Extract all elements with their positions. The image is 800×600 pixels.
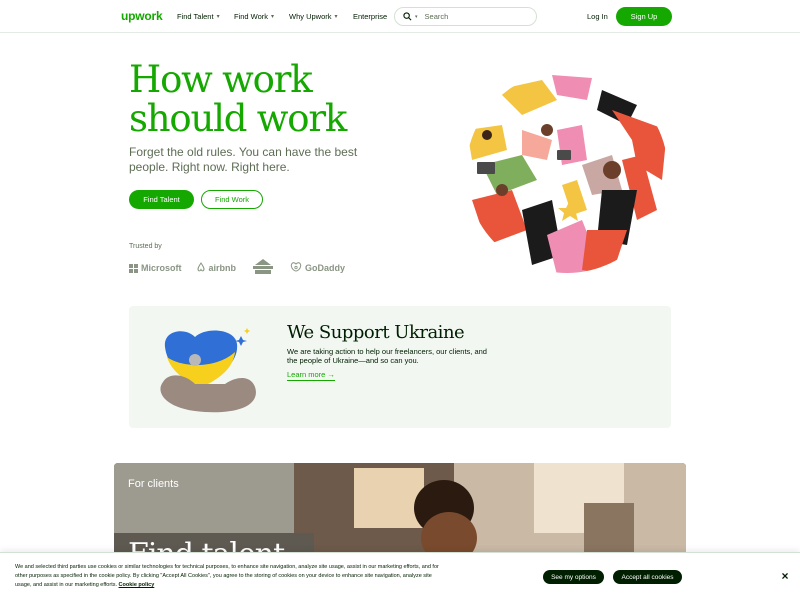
nav-find-work-label: Find Work xyxy=(234,12,269,21)
bissell-logo-icon xyxy=(250,258,276,278)
bissell-logo xyxy=(250,258,276,278)
brand-logos: Microsoft airbnb GoDaddy xyxy=(129,259,345,277)
godaddy-logo-icon xyxy=(290,262,302,274)
search-placeholder: Search xyxy=(424,12,449,21)
godaddy-logo: GoDaddy xyxy=(290,262,345,274)
ukraine-text: We are taking action to help our freelan… xyxy=(287,347,487,365)
learn-more-link[interactable]: Learn more → xyxy=(287,370,335,381)
airbnb-logo-icon xyxy=(196,262,206,274)
chevron-down-icon: ▾ xyxy=(334,14,338,20)
chevron-down-icon[interactable]: ▾ xyxy=(415,14,418,20)
microsoft-label: Microsoft xyxy=(141,263,182,273)
accept-all-cookies-button[interactable]: Accept all cookies xyxy=(613,570,682,584)
hero-illustration xyxy=(462,70,672,275)
find-work-button[interactable]: Find Work xyxy=(201,190,263,209)
ukraine-heart-illustration xyxy=(155,322,265,414)
cookie-banner: We and selected third parties use cookie… xyxy=(0,552,800,600)
ukraine-card: We Support Ukraine We are taking action … xyxy=(129,306,671,428)
chevron-down-icon: ▾ xyxy=(216,14,220,20)
cookie-text: We and selected third parties use cookie… xyxy=(15,563,445,590)
nav-why-upwork-label: Why Upwork xyxy=(289,12,332,21)
search-input[interactable]: ▾ Search xyxy=(394,7,537,26)
close-icon[interactable]: × xyxy=(779,569,791,583)
airbnb-label: airbnb xyxy=(208,263,237,273)
trusted-by-label: Trusted by xyxy=(129,243,162,250)
signup-button[interactable]: Sign Up xyxy=(616,7,672,26)
microsoft-logo: Microsoft xyxy=(129,263,182,273)
cookie-policy-link[interactable]: Cookie policy xyxy=(119,582,155,588)
godaddy-label: GoDaddy xyxy=(305,263,346,273)
hero-subtitle: Forget the old rules. You can have the b… xyxy=(129,145,358,174)
nav-enterprise[interactable]: Enterprise xyxy=(353,12,387,21)
for-clients-label: For clients xyxy=(128,478,179,490)
find-talent-button[interactable]: Find Talent xyxy=(129,190,194,209)
see-my-options-button[interactable]: See my options xyxy=(543,570,604,584)
nav-enterprise-label: Enterprise xyxy=(353,12,388,21)
nav-why-upwork[interactable]: Why Upwork ▾ xyxy=(289,12,338,21)
top-nav: upwork Find Talent ▾ Find Work ▾ Why Upw… xyxy=(0,0,800,33)
login-link[interactable]: Log In xyxy=(587,12,608,21)
nav-find-talent-label: Find Talent xyxy=(177,12,214,21)
chevron-down-icon: ▾ xyxy=(271,14,275,20)
cookie-description: We and selected third parties use cookie… xyxy=(15,564,439,588)
nav-find-work[interactable]: Find Work ▾ xyxy=(234,12,274,21)
airbnb-logo: airbnb xyxy=(196,262,237,274)
microsoft-logo-icon xyxy=(129,263,138,273)
search-icon xyxy=(403,12,412,21)
ukraine-title: We Support Ukraine xyxy=(287,322,465,343)
nav-find-talent[interactable]: Find Talent ▾ xyxy=(177,12,220,21)
upwork-logo[interactable]: upwork xyxy=(121,9,163,23)
hero-title: How work should work xyxy=(129,58,347,140)
